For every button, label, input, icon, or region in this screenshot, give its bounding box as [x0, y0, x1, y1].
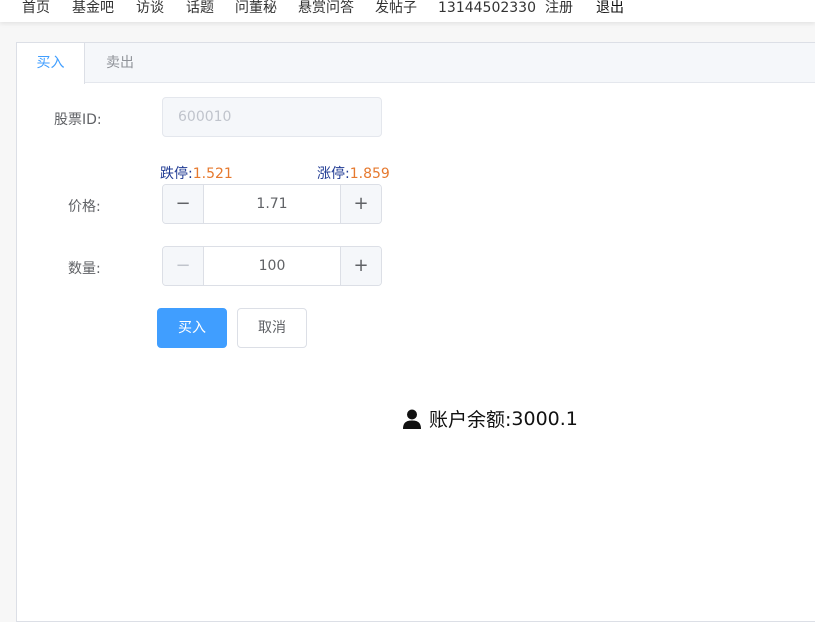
- limit-down: 跌停:1.521: [160, 163, 233, 183]
- limit-down-value: 1.521: [192, 166, 233, 182]
- nav-home[interactable]: 首页: [22, 0, 50, 16]
- balance-value: 3000.1: [511, 407, 578, 430]
- nav-fund-forum[interactable]: 基金吧: [72, 0, 114, 16]
- buy-button[interactable]: 买入: [157, 308, 227, 348]
- nav-interviews[interactable]: 访谈: [136, 0, 164, 16]
- top-navigation: 首页 基金吧 访谈 话题 问董秘 悬赏问答 发帖子 13144502330 注册…: [0, 0, 815, 22]
- nav-bounty-qa[interactable]: 悬赏问答: [298, 0, 354, 16]
- quantity-input[interactable]: 100: [204, 247, 340, 285]
- price-input[interactable]: 1.71: [204, 185, 340, 223]
- nav-register[interactable]: 注册: [545, 0, 573, 16]
- cancel-button[interactable]: 取消: [237, 308, 307, 348]
- nav-user-phone[interactable]: 13144502330: [438, 0, 536, 16]
- quantity-label: 数量:: [68, 261, 101, 277]
- limit-up-label: 涨停:: [317, 166, 350, 182]
- tab-sell[interactable]: 卖出: [85, 43, 155, 83]
- limit-up-value: 1.859: [349, 166, 390, 182]
- trade-tabs: 买入 卖出: [17, 43, 815, 84]
- user-icon: [403, 409, 421, 429]
- trade-card: 买入 卖出 股票ID: 600010 跌停:1.521 涨停:1.859 价格:…: [16, 42, 815, 622]
- quantity-stepper: − 100 +: [162, 246, 382, 286]
- balance-label: 账户余额:: [429, 409, 512, 431]
- tab-buy[interactable]: 买入: [17, 43, 85, 84]
- nav-topics[interactable]: 话题: [186, 0, 214, 16]
- price-stepper: − 1.71 +: [162, 184, 382, 224]
- account-balance: 账户余额: 3000.1: [403, 405, 578, 432]
- limit-down-label: 跌停:: [160, 166, 193, 182]
- nav-new-post[interactable]: 发帖子: [375, 0, 417, 16]
- stock-id-input[interactable]: 600010: [162, 97, 382, 137]
- quantity-increase-button[interactable]: +: [340, 247, 381, 285]
- price-label: 价格:: [68, 199, 101, 215]
- stock-id-label: 股票ID:: [54, 112, 102, 128]
- limit-up: 涨停:1.859: [317, 163, 390, 183]
- price-decrease-button[interactable]: −: [163, 185, 204, 223]
- nav-logout[interactable]: 退出: [596, 0, 624, 16]
- price-increase-button[interactable]: +: [340, 185, 381, 223]
- quantity-decrease-button[interactable]: −: [163, 247, 204, 285]
- nav-ask-secretary[interactable]: 问董秘: [235, 0, 277, 16]
